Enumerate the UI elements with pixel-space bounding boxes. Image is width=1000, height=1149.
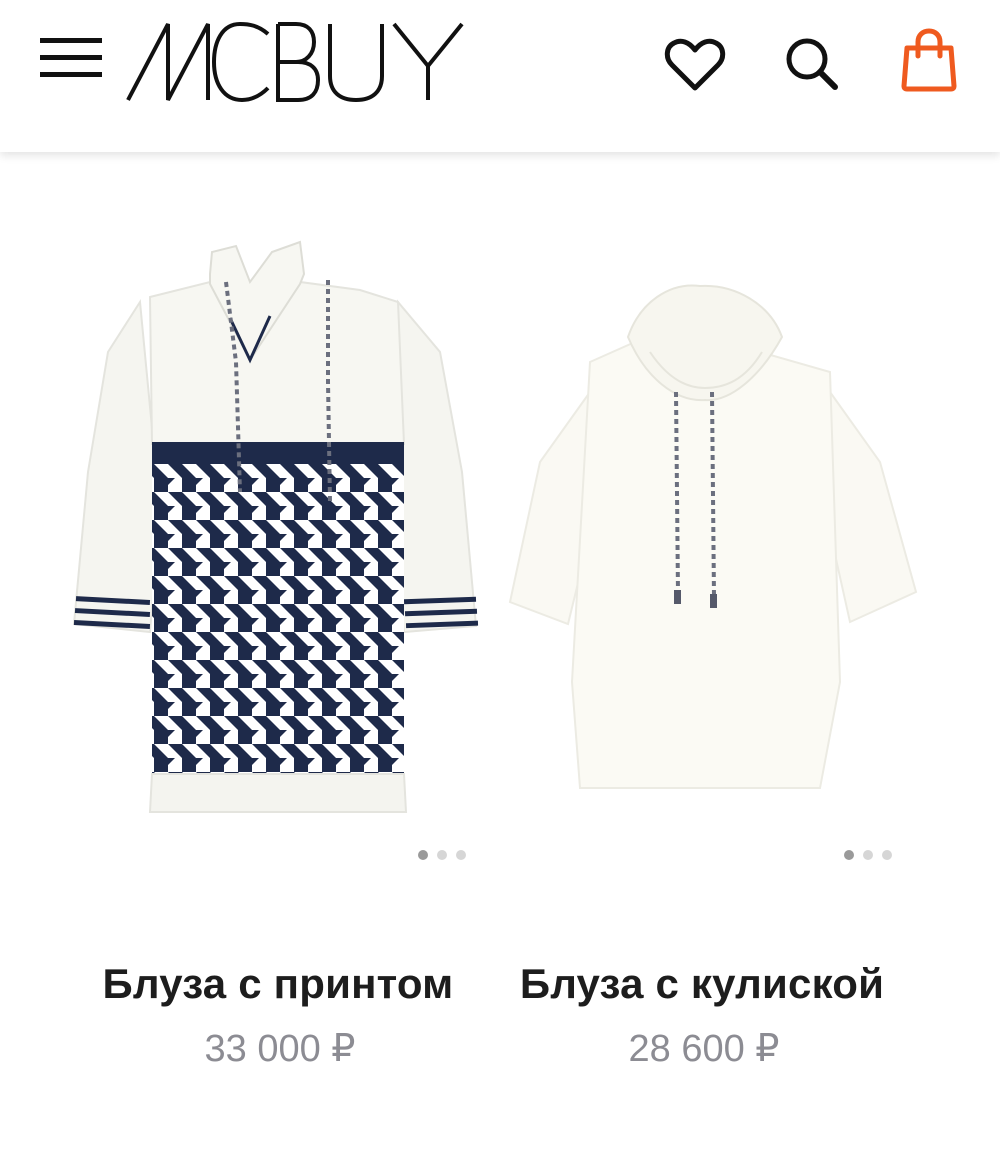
- carousel-dot[interactable]: [456, 850, 466, 860]
- image-carousel-indicator[interactable]: [844, 850, 892, 862]
- carousel-dot[interactable]: [863, 850, 873, 860]
- shopping-bag-icon[interactable]: [900, 28, 958, 92]
- hamburger-icon[interactable]: [40, 34, 102, 80]
- carousel-dot[interactable]: [882, 850, 892, 860]
- search-icon[interactable]: [782, 34, 840, 92]
- carousel-dot[interactable]: [844, 850, 854, 860]
- carousel-dot[interactable]: [418, 850, 428, 860]
- product-title[interactable]: Блуза с кулиской: [452, 960, 952, 1008]
- product-card[interactable]: Блуза с кулиской 28 600 ₽: [500, 152, 1000, 1149]
- product-price: 28 600 ₽: [628, 1028, 780, 1070]
- product-card[interactable]: Блуза с принтом 33 000 ₽: [0, 152, 500, 1149]
- carousel-dot[interactable]: [437, 850, 447, 860]
- image-carousel-indicator[interactable]: [418, 850, 466, 862]
- product-image-printed-blouse[interactable]: [0, 212, 500, 902]
- brand-logo[interactable]: [126, 20, 471, 102]
- heart-icon[interactable]: [664, 38, 726, 94]
- product-image-drawstring-blouse[interactable]: [500, 212, 1000, 902]
- app-header: [0, 0, 1000, 152]
